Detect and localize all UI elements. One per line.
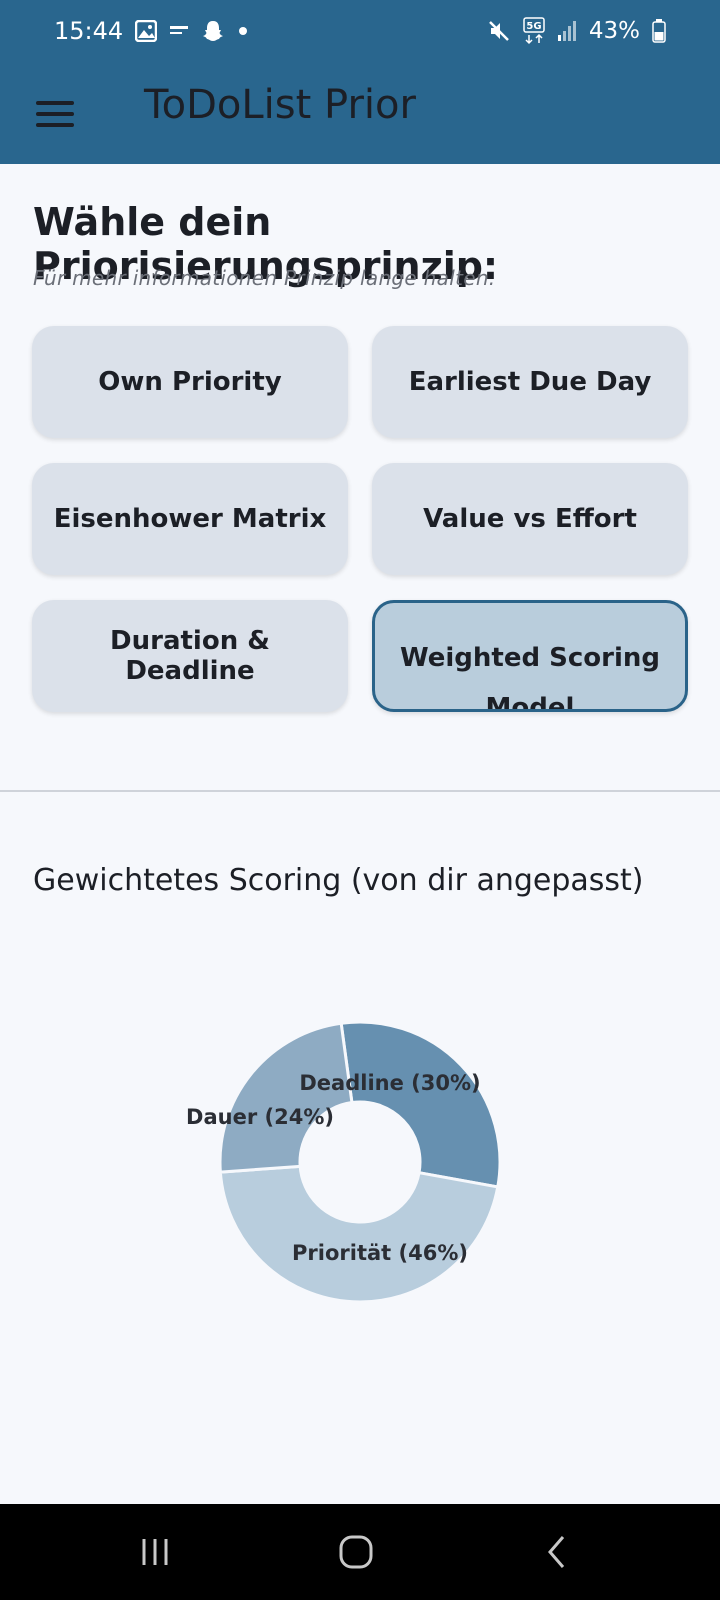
chart-slice [218, 1021, 354, 1174]
snapchat-icon [201, 19, 225, 43]
dot-icon [237, 25, 249, 37]
recent-apps-icon[interactable] [105, 1504, 205, 1600]
eisenhower-matrix-button[interactable]: Eisenhower Matrix [32, 463, 348, 575]
app-title: ToDoList Prior [144, 82, 416, 128]
battery-icon [652, 19, 666, 43]
app-notification-icon [169, 24, 189, 38]
gallery-icon [135, 20, 158, 42]
divider [0, 790, 720, 792]
chart-slice-label: Priorität (46%) [292, 1241, 468, 1265]
menu-icon[interactable] [36, 94, 76, 134]
weighted-scoring-model-button[interactable]: Weighted Scoring Model [372, 600, 688, 712]
5g-icon: 5G [523, 17, 545, 45]
status-time: 15:44 [54, 17, 124, 45]
earliest-due-day-button[interactable]: Earliest Due Day [372, 326, 688, 438]
chart-slice [218, 1164, 500, 1304]
app-bar: ToDoList Prior [0, 62, 720, 164]
chart-slice-label: Deadline (30%) [299, 1071, 480, 1095]
weighted-scoring-chart: Deadline (30%) Priorität (46%) Dauer (24%) [186, 1020, 502, 1304]
status-left: 15:44 [54, 17, 249, 45]
signal-icon [557, 20, 577, 42]
status-right: 5G 43% [487, 17, 666, 45]
chart-slice [339, 1020, 502, 1189]
back-icon[interactable] [508, 1504, 608, 1600]
network-label: 5G [526, 21, 541, 32]
mute-icon [487, 19, 511, 43]
navigation-bar [0, 1504, 720, 1600]
status-bar: 15:44 5G 43% [0, 0, 720, 62]
value-vs-effort-button[interactable]: Value vs Effort [372, 463, 688, 575]
battery-percent: 43% [588, 18, 640, 44]
page-subheading: Für mehr informationen Prinzip lange hal… [33, 266, 496, 290]
own-priority-button[interactable]: Own Priority [32, 326, 348, 438]
duration-deadline-button[interactable]: Duration & Deadline [32, 600, 348, 712]
home-icon[interactable] [306, 1504, 406, 1600]
chart-slice-label: Dauer (24%) [186, 1105, 334, 1129]
section-title: Gewichtetes Scoring (von dir angepasst) [33, 863, 644, 898]
